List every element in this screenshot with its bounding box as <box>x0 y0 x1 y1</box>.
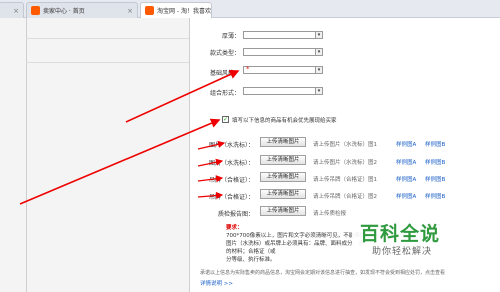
sample-link-b[interactable]: 样例图B <box>425 192 445 200</box>
thickness-select[interactable]: ▾ <box>243 31 323 39</box>
sample-link-b[interactable]: 样例图B <box>425 175 445 183</box>
upload-hint: 请上传吊牌（合格证）图2 <box>313 194 378 200</box>
style-type-select[interactable]: ▾ <box>243 48 323 56</box>
divider <box>26 62 189 63</box>
combination-select[interactable]: ▾ <box>243 87 323 95</box>
tab-label: 淘宝网 - 淘！我喜欢 <box>157 8 211 15</box>
sample-link-b[interactable]: 样例图B <box>425 140 445 148</box>
chevron-down-icon: ▾ <box>315 67 322 73</box>
checkbox-label: 填写以下信息的商品有机会优先展现给买家 <box>232 118 337 124</box>
requirements-line: 的材料；合格证（或 <box>226 249 276 255</box>
sample-link-b[interactable]: 样例图B <box>425 158 445 166</box>
upload-label: 吊牌（合格证）： <box>208 177 254 184</box>
divider <box>26 38 189 39</box>
chevron-down-icon: ▾ <box>315 88 322 94</box>
sample-link-a[interactable]: 样例图A <box>396 158 416 166</box>
upload-image-button[interactable]: 上传清晰图片 <box>260 206 306 216</box>
tab-close-icon[interactable]: × <box>124 7 133 15</box>
watermark: 百科全说 助你轻松解决 <box>352 213 500 265</box>
requirements-line: 分等级、执行标准。 <box>226 257 276 263</box>
watermark-title: 百科全说 <box>360 223 441 245</box>
required-marker: * <box>246 65 250 73</box>
tab-close-icon[interactable]: × <box>10 7 19 15</box>
field-label-combination: 组合形式： <box>209 90 240 97</box>
upload-label: 图片（水洗标）： <box>208 160 254 167</box>
requirements-title: 要求： <box>226 225 243 231</box>
upload-label: 质检报告图： <box>217 211 254 218</box>
upload-image-button[interactable]: 上传清晰图片 <box>260 172 306 182</box>
taobao-favicon <box>31 6 40 15</box>
sample-link-a[interactable]: 样例图A <box>396 192 416 200</box>
sample-link-a[interactable]: 样例图A <box>396 140 416 148</box>
footer-commitment-text: 承诺以上信息为实际售卖的商品信息，淘宝网会定期对该信息进行抽查，如发现不符会受到… <box>200 270 446 276</box>
details-link[interactable]: 详情说明 >> <box>200 279 233 287</box>
chevron-down-icon: ▾ <box>315 32 322 38</box>
upload-image-button[interactable]: 上传清晰图片 <box>260 189 306 199</box>
tab-seller-center[interactable]: 卖家中心 · 首页 × <box>26 2 138 18</box>
divider <box>189 18 190 292</box>
upload-image-button[interactable]: 上传清晰图片 <box>260 137 306 147</box>
requirements-line: 图片（水洗标）或吊牌上必须具有：品牌、面料成分、洗 <box>226 241 364 247</box>
upload-label: 图片（水洗标）： <box>208 142 254 149</box>
basic-style-select[interactable]: * ▾ <box>243 65 323 74</box>
upload-hint: 请上传吊牌（合格证）图1 <box>313 177 378 183</box>
field-label-style-type: 款式类型： <box>209 50 240 57</box>
tab-taobao[interactable]: 淘宝网 - 淘！我喜欢 <box>140 2 212 18</box>
upload-hint: 请上传图片（水洗标）图1 <box>313 142 378 148</box>
sample-link-a[interactable]: 样例图A <box>396 175 416 183</box>
field-label-basic-style: 基础风格： <box>209 70 240 77</box>
watermark-subtitle: 助你轻松解决 <box>372 247 433 257</box>
tab-partial[interactable]: × <box>0 2 24 18</box>
upload-image-button[interactable]: 上传清晰图片 <box>260 155 306 165</box>
browser-tab-bar: × 卖家中心 · 首页 × 淘宝网 - 淘！我喜欢 <box>0 0 500 18</box>
field-label-thickness: 厚薄： <box>221 33 240 40</box>
upload-label: 吊牌（合格证）： <box>208 194 254 201</box>
upload-hint: 请上传质检报 <box>313 211 347 217</box>
requirements-line: 700*700像素以上，图片和文字必须清晰可见，不能模糊； <box>226 233 371 239</box>
taobao-favicon <box>145 6 154 15</box>
divider <box>26 18 27 292</box>
tab-label: 卖家中心 · 首页 <box>43 8 85 15</box>
left-panel <box>0 18 190 292</box>
chevron-down-icon: ▾ <box>315 49 322 55</box>
priority-checkbox[interactable]: ✓ <box>222 116 229 123</box>
upload-hint: 请上传图片（水洗标）图2 <box>313 160 378 166</box>
